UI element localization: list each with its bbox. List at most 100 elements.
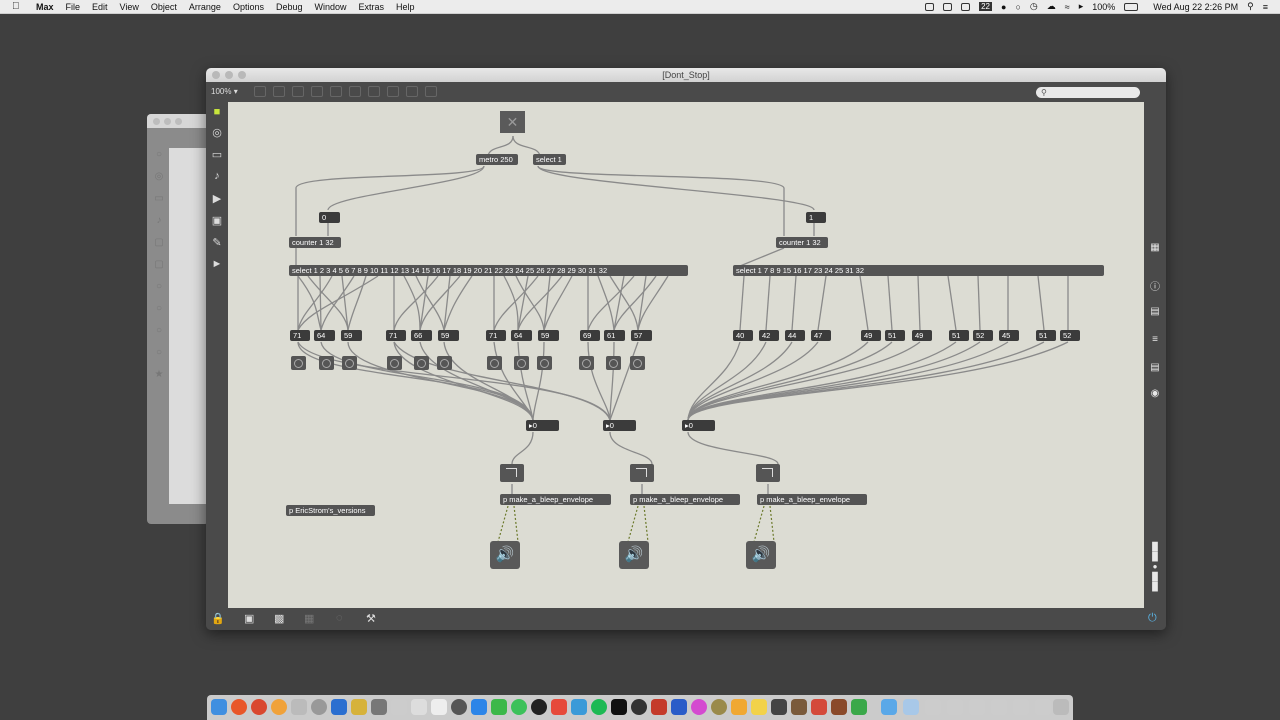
- object-box-icon[interactable]: ▭: [206, 148, 228, 161]
- message-one[interactable]: 1: [806, 212, 826, 223]
- app-icon[interactable]: [631, 699, 647, 715]
- menu-extras[interactable]: Extras: [359, 2, 385, 12]
- number-box[interactable]: 49: [912, 330, 932, 341]
- paperclip-icon[interactable]: ✎: [206, 236, 228, 249]
- toolbar-icon-10[interactable]: [425, 86, 437, 97]
- trash-icon[interactable]: [1053, 699, 1069, 715]
- close-window-button[interactable]: [212, 71, 220, 79]
- presentation-icon[interactable]: ▣: [244, 612, 254, 625]
- number-box[interactable]: 71: [290, 330, 310, 341]
- app-icon[interactable]: [471, 699, 487, 715]
- menu-edit[interactable]: Edit: [92, 2, 108, 12]
- number-box[interactable]: 42: [759, 330, 779, 341]
- app-icon[interactable]: [751, 699, 767, 715]
- bang-button[interactable]: [387, 356, 402, 370]
- bleep-envelope-subpatch[interactable]: p make_a_bleep_envelope: [757, 494, 867, 505]
- toolbar-icon-5[interactable]: [330, 86, 342, 97]
- calendar-badge[interactable]: 22: [979, 2, 992, 11]
- bang-button[interactable]: [291, 356, 306, 370]
- menu-help[interactable]: Help: [396, 2, 415, 12]
- gate-object[interactable]: [500, 464, 524, 482]
- search-input[interactable]: ⚲: [1036, 87, 1140, 98]
- package-icon[interactable]: ■: [206, 106, 228, 118]
- number-box[interactable]: 59: [538, 330, 559, 341]
- app-icon[interactable]: [271, 699, 287, 715]
- number-box[interactable]: 61: [604, 330, 625, 341]
- number-box[interactable]: 71: [386, 330, 406, 341]
- gate-object[interactable]: [630, 464, 654, 482]
- battery-icon[interactable]: [1124, 2, 1139, 11]
- gate-object[interactable]: [756, 464, 780, 482]
- time-machine-icon[interactable]: ◷: [1030, 1, 1038, 12]
- list-icon[interactable]: ≡: [1144, 334, 1166, 345]
- app-icon[interactable]: [311, 699, 327, 715]
- book-icon[interactable]: ▤: [1144, 306, 1166, 317]
- bang-button[interactable]: [579, 356, 594, 370]
- number-box[interactable]: 52: [1060, 330, 1080, 341]
- master-toggle[interactable]: ✕: [500, 111, 525, 133]
- whatsapp-icon[interactable]: [511, 699, 527, 715]
- zoom-level[interactable]: 100% ▾: [211, 87, 238, 96]
- notification-icon[interactable]: ≡: [1263, 2, 1268, 12]
- bang-button[interactable]: [487, 356, 502, 370]
- camera-icon[interactable]: ◉: [1144, 388, 1166, 399]
- number-box[interactable]: 40: [733, 330, 753, 341]
- number-box[interactable]: 59: [438, 330, 459, 341]
- bang-button[interactable]: [437, 356, 452, 370]
- drop-icon[interactable]: ●: [1001, 2, 1006, 12]
- app-icon[interactable]: [331, 699, 347, 715]
- app-icon[interactable]: [771, 699, 787, 715]
- zoom-window-button[interactable]: [238, 71, 246, 79]
- menu-object[interactable]: Object: [151, 2, 177, 12]
- bang-button[interactable]: [514, 356, 529, 370]
- select-left-object[interactable]: select 1 2 3 4 5 6 7 8 9 10 11 12 13 14 …: [289, 265, 688, 276]
- float-box[interactable]: ▸0: [603, 420, 636, 431]
- bang-button[interactable]: [319, 356, 334, 370]
- number-box[interactable]: 66: [411, 330, 432, 341]
- app-icon[interactable]: [711, 699, 727, 715]
- number-box[interactable]: 44: [785, 330, 805, 341]
- window-titlebar[interactable]: [Dont_Stop]: [206, 68, 1166, 82]
- app-icon[interactable]: [731, 699, 747, 715]
- plug-icon[interactable]: ►: [206, 258, 228, 270]
- number-box[interactable]: 52: [973, 330, 993, 341]
- app-icon[interactable]: [431, 699, 447, 715]
- float-box[interactable]: ▸0: [526, 420, 559, 431]
- app-icon[interactable]: [851, 699, 867, 715]
- toolbar-icon-6[interactable]: [349, 86, 361, 97]
- app-icon[interactable]: [1035, 699, 1051, 715]
- cloud-icon[interactable]: ☁: [1047, 1, 1056, 12]
- app-icon[interactable]: [791, 699, 807, 715]
- toolbar-icon-9[interactable]: [406, 86, 418, 97]
- toolbar-icon-3[interactable]: [292, 86, 304, 97]
- bang-button[interactable]: [414, 356, 429, 370]
- app-icon[interactable]: [831, 699, 847, 715]
- bang-button[interactable]: [537, 356, 552, 370]
- app-icon[interactable]: [531, 699, 547, 715]
- finder-icon[interactable]: [211, 699, 227, 715]
- toolbar-icon-1[interactable]: [254, 86, 266, 97]
- dropbox-icon[interactable]: [943, 2, 953, 11]
- battery-percent[interactable]: 100%: [1092, 2, 1115, 12]
- power-icon[interactable]: ⏻: [1148, 612, 1157, 625]
- number-box[interactable]: 69: [580, 330, 600, 341]
- bang-button[interactable]: [606, 356, 621, 370]
- versions-subpatch[interactable]: p EricStrom's_versions: [286, 505, 375, 516]
- volume-slider[interactable]: █ █ ● █ █: [1144, 542, 1166, 604]
- number-box[interactable]: 64: [511, 330, 532, 341]
- info-icon[interactable]: ⓘ: [1144, 278, 1166, 293]
- patcher-canvas[interactable]: ✕ metro 250 select 1 0 1 counter 1 32 co…: [228, 102, 1144, 608]
- app-icon[interactable]: [451, 699, 467, 715]
- snap-icon[interactable]: ◌: [336, 612, 343, 624]
- toolbar-icon-2[interactable]: [273, 86, 285, 97]
- app-icon[interactable]: [969, 699, 985, 715]
- app-icon[interactable]: [371, 699, 387, 715]
- app-icon[interactable]: [491, 699, 507, 715]
- app-icon[interactable]: [691, 699, 707, 715]
- app-icon[interactable]: [811, 699, 827, 715]
- chrome-icon[interactable]: [251, 699, 267, 715]
- number-box[interactable]: 59: [341, 330, 362, 341]
- lock-icon[interactable]: 🔒: [211, 612, 225, 625]
- speaker-icon[interactable]: 🔊: [490, 541, 520, 569]
- app-icon[interactable]: [925, 699, 941, 715]
